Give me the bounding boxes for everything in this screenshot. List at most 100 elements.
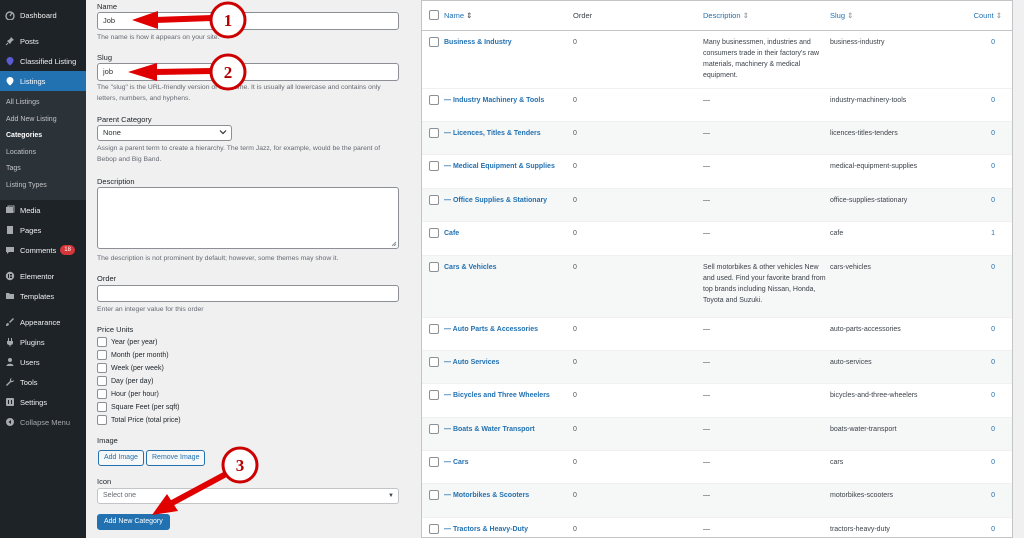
submenu-all-listings[interactable]: All Listings — [0, 95, 86, 112]
menu-plugins[interactable]: Plugins — [0, 332, 86, 352]
row-checkbox[interactable] — [429, 262, 439, 272]
slug-input[interactable]: job — [97, 63, 399, 81]
name-input[interactable]: Job — [97, 12, 399, 30]
row-checkbox[interactable] — [429, 490, 439, 500]
column-header-name[interactable]: Name ⇕ — [444, 11, 472, 20]
category-count-link[interactable]: 0 — [991, 490, 995, 501]
submenu-tags[interactable]: Tags — [0, 161, 86, 178]
category-count-link[interactable]: 0 — [991, 357, 995, 368]
category-count-link[interactable]: 0 — [991, 390, 995, 401]
checkbox[interactable] — [97, 337, 107, 347]
column-header-count[interactable]: Count ⇕ — [974, 11, 1002, 20]
menu-templates[interactable]: Templates — [0, 286, 86, 306]
category-count-link[interactable]: 1 — [991, 228, 995, 239]
price-unit-checkbox[interactable]: Hour (per hour) — [97, 389, 159, 399]
category-name-link[interactable]: — Auto Services — [444, 357, 568, 368]
category-count-link[interactable]: 0 — [991, 262, 995, 273]
menu-listings[interactable]: Listings — [0, 71, 86, 91]
category-count-link[interactable]: 0 — [991, 524, 995, 535]
table-row: — Motorbikes & Scooters 0 — motorbikes-s… — [422, 484, 1012, 518]
category-name-link[interactable]: Cafe — [444, 228, 568, 239]
collapse-menu-button[interactable]: Collapse Menu — [0, 412, 86, 432]
checkbox[interactable] — [97, 376, 107, 386]
checkbox[interactable] — [97, 389, 107, 399]
price-unit-checkbox[interactable]: Total Price (total price) — [97, 415, 181, 425]
submenu-categories[interactable]: Categories — [0, 128, 86, 145]
row-checkbox[interactable] — [429, 524, 439, 534]
description-textarea[interactable] — [97, 187, 399, 249]
menu-tools[interactable]: Tools — [0, 372, 86, 392]
category-name-link[interactable]: — Bicycles and Three Wheelers — [444, 390, 568, 401]
category-order: 0 — [573, 526, 577, 533]
menu-classified-listing[interactable]: Classified Listing — [0, 51, 86, 71]
category-count-link[interactable]: 0 — [991, 95, 995, 106]
category-count-link[interactable]: 0 — [991, 424, 995, 435]
row-checkbox[interactable] — [429, 457, 439, 467]
menu-users[interactable]: Users — [0, 352, 86, 372]
row-checkbox[interactable] — [429, 424, 439, 434]
category-slug: business-industry — [830, 39, 885, 46]
category-count-link[interactable]: 0 — [991, 324, 995, 335]
category-count-link[interactable]: 0 — [991, 37, 995, 48]
add-image-button[interactable]: Add Image — [98, 450, 144, 466]
category-name-link[interactable]: Cars & Vehicles — [444, 262, 568, 273]
menu-appearance[interactable]: Appearance — [0, 312, 86, 332]
price-unit-checkbox[interactable]: Day (per day) — [97, 376, 153, 386]
submenu-add-new-listing[interactable]: Add New Listing — [0, 112, 86, 129]
price-unit-checkbox[interactable]: Month (per month) — [97, 350, 169, 360]
category-count-link[interactable]: 0 — [991, 128, 995, 139]
column-header-slug[interactable]: Slug ⇕ — [830, 11, 853, 20]
row-checkbox[interactable] — [429, 37, 439, 47]
price-unit-checkbox[interactable]: Year (per year) — [97, 337, 157, 347]
price-unit-label: Hour (per hour) — [111, 390, 159, 398]
checkbox[interactable] — [97, 363, 107, 373]
parent-category-select[interactable]: None — [97, 125, 232, 141]
parent-help-text: Assign a parent term to create a hierarc… — [97, 145, 381, 163]
category-order: 0 — [573, 97, 577, 104]
category-name-link[interactable]: — Boats & Water Transport — [444, 424, 568, 435]
order-input[interactable] — [97, 285, 399, 302]
submenu-listing-types[interactable]: Listing Types — [0, 178, 86, 195]
category-name-link[interactable]: — Office Supplies & Stationary — [444, 195, 568, 206]
resize-handle-icon[interactable] — [391, 241, 397, 247]
remove-image-button[interactable]: Remove Image — [146, 450, 206, 466]
category-count-link[interactable]: 0 — [991, 161, 995, 172]
category-name-link[interactable]: — Industry Machinery & Tools — [444, 95, 568, 106]
submenu-locations[interactable]: Locations — [0, 145, 86, 162]
category-name-link[interactable]: — Cars — [444, 457, 568, 468]
price-unit-checkbox[interactable]: Week (per week) — [97, 363, 164, 373]
checkbox[interactable] — [97, 350, 107, 360]
menu-elementor[interactable]: Elementor — [0, 266, 86, 286]
menu-settings[interactable]: Settings — [0, 392, 86, 412]
category-name-link[interactable]: — Tractors & Heavy-Duty — [444, 524, 568, 535]
menu-media[interactable]: Media — [0, 200, 86, 220]
category-name-link[interactable]: — Licences, Titles & Tenders — [444, 128, 568, 139]
category-name-link[interactable]: — Motorbikes & Scooters — [444, 490, 568, 501]
category-count-link[interactable]: 0 — [991, 195, 995, 206]
category-order: 0 — [573, 264, 577, 271]
row-checkbox[interactable] — [429, 324, 439, 334]
menu-comments[interactable]: Comments 18 — [0, 240, 86, 260]
category-name-link[interactable]: — Medical Equipment & Supplies — [444, 161, 568, 172]
column-header-description[interactable]: Description ⇕ — [703, 11, 749, 20]
category-name-link[interactable]: — Auto Parts & Accessories — [444, 324, 568, 335]
row-checkbox[interactable] — [429, 228, 439, 238]
row-checkbox[interactable] — [429, 357, 439, 367]
select-all-checkbox[interactable] — [429, 10, 439, 20]
row-checkbox[interactable] — [429, 95, 439, 105]
icon-select[interactable]: Select one ▼ — [97, 488, 399, 504]
menu-dashboard[interactable]: Dashboard — [0, 5, 86, 25]
price-unit-checkbox[interactable]: Square Feet (per sqft) — [97, 402, 179, 412]
image-label: Image — [97, 436, 118, 445]
checkbox[interactable] — [97, 402, 107, 412]
add-new-category-button[interactable]: Add New Category — [97, 514, 170, 530]
row-checkbox[interactable] — [429, 390, 439, 400]
category-name-link[interactable]: Business & Industry — [444, 37, 568, 48]
row-checkbox[interactable] — [429, 128, 439, 138]
checkbox[interactable] — [97, 415, 107, 425]
menu-posts[interactable]: Posts — [0, 31, 86, 51]
category-count-link[interactable]: 0 — [991, 457, 995, 468]
row-checkbox[interactable] — [429, 161, 439, 171]
menu-pages[interactable]: Pages — [0, 220, 86, 240]
row-checkbox[interactable] — [429, 195, 439, 205]
